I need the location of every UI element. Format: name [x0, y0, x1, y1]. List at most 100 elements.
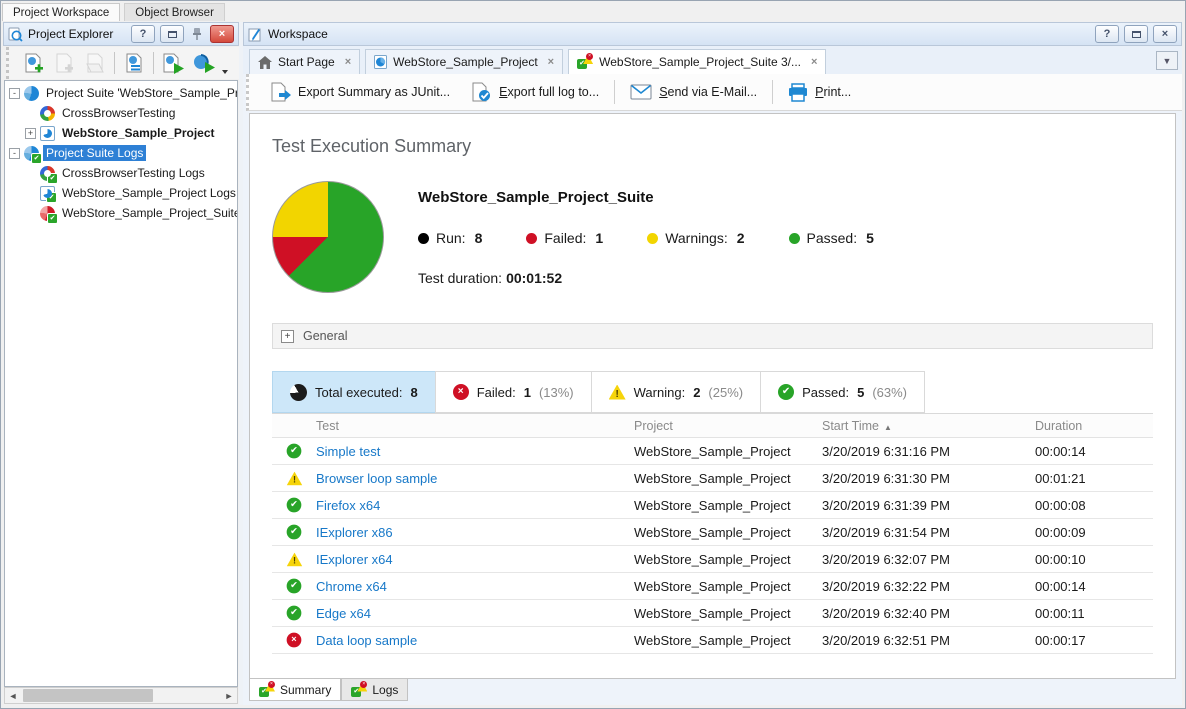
project-tree: -Project Suite 'WebStore_Sample_ProjectC…	[4, 80, 238, 687]
test-link[interactable]: Simple test	[316, 444, 380, 459]
tab-object-browser[interactable]: Object Browser	[124, 3, 225, 21]
run-project-icon[interactable]	[159, 50, 187, 76]
results-pie-chart	[272, 181, 384, 293]
doc-tab-label: WebStore_Sample_Project_Suite 3/...	[599, 55, 801, 69]
close-panel-button[interactable]: ×	[210, 25, 234, 43]
column-header-project[interactable]: Project	[634, 419, 822, 433]
bottom-tab-label: Summary	[280, 683, 331, 697]
filter-tab-passed[interactable]: ✔Passed:5(63%)	[760, 371, 925, 413]
help-button[interactable]: ?	[131, 25, 155, 43]
duration-cell: 00:00:17	[1035, 633, 1125, 648]
suite-red-logs-icon	[40, 206, 55, 221]
table-row[interactable]: IExplorer x64WebStore_Sample_Project3/20…	[272, 546, 1153, 573]
test-name-cell: Simple test	[316, 444, 634, 459]
stat-run: Run:8	[418, 230, 482, 246]
passed-icon: ✔	[287, 579, 302, 594]
workspace-close-button[interactable]: ×	[1153, 25, 1177, 43]
close-tab-icon[interactable]: ×	[811, 56, 817, 68]
bottom-tab-logs[interactable]: ✔×Logs	[341, 679, 408, 701]
doc-tab-webstore-sample-project[interactable]: WebStore_Sample_Project×	[365, 49, 563, 74]
total-executed-pie-icon	[290, 384, 307, 401]
duration-cell: 00:00:14	[1035, 579, 1125, 594]
table-row[interactable]: ✔IExplorer x86WebStore_Sample_Project3/2…	[272, 519, 1153, 546]
toolbar-button-send-via-e-mail[interactable]: Send via E-Mail...	[622, 80, 765, 104]
table-row[interactable]: ✔Simple testWebStore_Sample_Project3/20/…	[272, 438, 1153, 465]
expand-icon[interactable]: +	[281, 330, 294, 343]
workspace-restore-button[interactable]	[1124, 25, 1148, 43]
column-header-duration[interactable]: Duration	[1035, 419, 1125, 433]
scroll-right-icon[interactable]: ►	[221, 688, 237, 703]
scrollbar-thumb[interactable]	[23, 689, 153, 702]
project-cell: WebStore_Sample_Project	[634, 606, 822, 621]
toolbar-button-export-summary-as-junit[interactable]: Export Summary as JUnit...	[261, 78, 458, 106]
tree-item[interactable]: -Project Suite Logs	[5, 143, 237, 163]
filter-tab-percent: (25%)	[708, 385, 743, 400]
workspace-title: Workspace	[268, 27, 1090, 41]
test-link[interactable]: Chrome x64	[316, 579, 387, 594]
tab-list-dropdown-icon[interactable]: ▼	[1156, 51, 1178, 70]
tree-item[interactable]: -Project Suite 'WebStore_Sample_Project	[5, 83, 237, 103]
test-link[interactable]: Firefox x64	[316, 498, 380, 513]
workspace-help-button[interactable]: ?	[1095, 25, 1119, 43]
column-header-start-time[interactable]: Start Time▲	[822, 419, 1035, 433]
filter-tab-totalexecuted[interactable]: Total executed:8	[272, 371, 436, 413]
test-link[interactable]: Edge x64	[316, 606, 371, 621]
close-tab-icon[interactable]: ×	[345, 56, 351, 68]
open-file-icon[interactable]	[81, 50, 109, 76]
test-link[interactable]: Browser loop sample	[316, 471, 437, 486]
tree-item[interactable]: WebStore_Sample_Project_Suite 3/2	[5, 203, 237, 223]
project-cell: WebStore_Sample_Project	[634, 498, 822, 513]
tree-expander-icon[interactable]: +	[25, 128, 36, 139]
restore-button[interactable]	[160, 25, 184, 43]
filter-tab-warning[interactable]: Warning:2(25%)	[591, 371, 761, 413]
tree-expander-icon[interactable]: -	[9, 148, 20, 159]
workspace-header: Workspace ? ×	[243, 22, 1182, 46]
duration-cell: 00:01:21	[1035, 471, 1125, 486]
test-link[interactable]: IExplorer x64	[316, 552, 393, 567]
horizontal-scrollbar[interactable]: ◄ ►	[4, 687, 238, 704]
column-header-test[interactable]: Test	[316, 419, 634, 433]
stats-row: Run:8Failed:1Warnings:2Passed:5	[418, 230, 874, 246]
bottom-tab-label: Logs	[372, 683, 398, 697]
test-link[interactable]: Data loop sample	[316, 633, 417, 648]
table-row[interactable]: ✔Chrome x64WebStore_Sample_Project3/20/2…	[272, 573, 1153, 600]
organize-tests-icon[interactable]	[120, 50, 148, 76]
test-name-cell: Firefox x64	[316, 498, 634, 513]
table-row[interactable]: ×Data loop sampleWebStore_Sample_Project…	[272, 627, 1153, 654]
table-row[interactable]: ✔Edge x64WebStore_Sample_Project3/20/201…	[272, 600, 1153, 627]
tree-item[interactable]: CrossBrowserTesting Logs	[5, 163, 237, 183]
stat-dot-icon	[526, 233, 537, 244]
column-header-label: Project	[634, 419, 673, 433]
test-name-cell: Edge x64	[316, 606, 634, 621]
doc-tab-start-page[interactable]: Start Page×	[249, 49, 360, 74]
filter-tab-failed[interactable]: ×Failed:1(13%)	[435, 371, 592, 413]
suite-icon	[24, 86, 39, 101]
duration-cell: 00:00:08	[1035, 498, 1125, 513]
doc-tab-webstore-sample-project-suite-3-[interactable]: ✔×WebStore_Sample_Project_Suite 3/...×	[568, 49, 826, 74]
tree-item[interactable]: WebStore_Sample_Project Logs	[5, 183, 237, 203]
application-window: Project Workspace Object Browser Project…	[0, 0, 1186, 709]
table-row[interactable]: Browser loop sampleWebStore_Sample_Proje…	[272, 465, 1153, 492]
start-time-cell: 3/20/2019 6:31:39 PM	[822, 498, 1035, 513]
table-row[interactable]: ✔Firefox x64WebStore_Sample_Project3/20/…	[272, 492, 1153, 519]
toolbar-button-export-full-log-to[interactable]: Export full log to...	[462, 78, 607, 106]
toolbar-button-print[interactable]: Print...	[780, 79, 859, 106]
tree-item[interactable]: +WebStore_Sample_Project	[5, 123, 237, 143]
general-section-header[interactable]: + General	[272, 323, 1153, 349]
pin-icon[interactable]	[189, 25, 205, 43]
test-link[interactable]: IExplorer x86	[316, 525, 393, 540]
stat-value: 8	[475, 230, 483, 246]
scroll-left-icon[interactable]: ◄	[5, 688, 21, 703]
tab-project-workspace[interactable]: Project Workspace	[2, 3, 120, 21]
add-project-icon[interactable]	[19, 50, 47, 76]
row-status-cell: ×	[272, 632, 316, 648]
run-suite-icon[interactable]	[190, 50, 218, 76]
add-item-icon[interactable]	[50, 50, 78, 76]
project-explorer-panel: Project Explorer ? ×	[3, 22, 239, 705]
warning-icon	[286, 552, 302, 566]
run-dropdown-icon[interactable]	[222, 70, 228, 74]
close-tab-icon[interactable]: ×	[548, 56, 554, 68]
tree-expander-icon[interactable]: -	[9, 88, 20, 99]
tree-item[interactable]: CrossBrowserTesting	[5, 103, 237, 123]
bottom-tab-summary[interactable]: ✔×Summary	[249, 678, 341, 701]
